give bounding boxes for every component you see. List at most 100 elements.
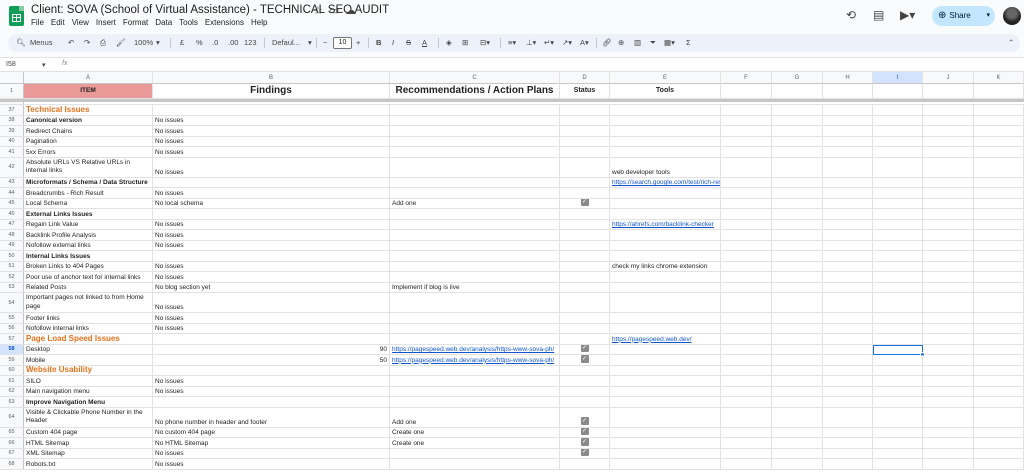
status-cell[interactable]: ✓ xyxy=(560,448,610,458)
menus-search[interactable]: Menus xyxy=(30,38,53,47)
findings-cell[interactable]: No issues xyxy=(153,261,390,271)
cell-h[interactable] xyxy=(823,407,873,427)
decrease-decimal-button[interactable]: .0 xyxy=(212,38,218,47)
tools-cell[interactable] xyxy=(610,438,721,448)
recommendation-cell[interactable]: Create one xyxy=(390,427,560,437)
findings-cell[interactable]: 90 xyxy=(153,344,390,354)
cell-i[interactable] xyxy=(873,198,923,208)
findings-cell[interactable]: No issues xyxy=(153,272,390,282)
item-cell[interactable]: Backlink Profile Analysis xyxy=(24,230,153,240)
cell-h[interactable] xyxy=(823,355,873,365)
insert-link-icon[interactable]: 🔗︎ xyxy=(602,38,612,47)
currency-format-button[interactable]: £ xyxy=(180,38,184,47)
tools-cell[interactable] xyxy=(610,293,721,312)
row-number[interactable]: 47 xyxy=(0,219,24,229)
cell-k[interactable] xyxy=(974,272,1024,282)
findings-cell[interactable]: No issues xyxy=(153,386,390,396)
recommendation-cell[interactable] xyxy=(390,126,560,136)
chevron-down-icon[interactable]: ▾ xyxy=(986,6,990,26)
column-header-i[interactable]: I xyxy=(873,72,923,84)
tools-cell[interactable]: https://search.google.com/test/rich-resu… xyxy=(610,177,721,187)
cell-j[interactable] xyxy=(923,272,974,282)
item-cell[interactable]: Regain Link Value xyxy=(24,219,153,229)
cell-h[interactable] xyxy=(823,313,873,323)
undo-icon[interactable]: ↶ xyxy=(68,38,74,47)
horizontal-align-icon[interactable]: ≡▾ xyxy=(508,38,516,47)
row-number[interactable]: 60 xyxy=(0,365,24,375)
item-cell[interactable]: Footer links xyxy=(24,313,153,323)
findings-cell[interactable]: No issues xyxy=(153,313,390,323)
cell-k[interactable] xyxy=(974,344,1024,354)
cell-h[interactable] xyxy=(823,188,873,198)
recommendation-cell[interactable] xyxy=(390,376,560,386)
cell-j[interactable] xyxy=(923,365,974,375)
insert-comment-icon[interactable]: ⊕ xyxy=(618,38,624,47)
cell-i[interactable] xyxy=(873,438,923,448)
tools-cell[interactable] xyxy=(610,188,721,198)
cell-f[interactable] xyxy=(721,376,772,386)
cell-g[interactable] xyxy=(772,438,823,448)
cell-h[interactable] xyxy=(823,397,873,407)
sheets-logo-icon[interactable] xyxy=(9,6,24,26)
menu-help[interactable]: Help xyxy=(251,18,267,27)
findings-cell[interactable]: No phone number in header and footer xyxy=(153,407,390,427)
row-number[interactable]: 45 xyxy=(0,198,24,208)
tools-cell[interactable] xyxy=(610,344,721,354)
item-cell[interactable]: Mobile xyxy=(24,355,153,365)
status-cell[interactable] xyxy=(560,365,610,375)
cell-h[interactable] xyxy=(823,334,873,344)
decrease-font-size-button[interactable]: − xyxy=(323,38,327,47)
findings-cell[interactable] xyxy=(153,397,390,407)
borders-icon[interactable]: ⊞ xyxy=(462,38,468,47)
recommendation-cell[interactable] xyxy=(390,115,560,125)
row-number[interactable]: 44 xyxy=(0,188,24,198)
findings-cell[interactable]: No issues xyxy=(153,147,390,157)
cell-g[interactable] xyxy=(772,365,823,375)
text-rotation-icon[interactable]: ↗▾ xyxy=(562,38,572,47)
findings-cell[interactable]: No issues xyxy=(153,293,390,312)
cell-f[interactable] xyxy=(721,427,772,437)
findings-cell[interactable]: No issues xyxy=(153,126,390,136)
findings-cell[interactable]: No issues xyxy=(153,448,390,458)
status-cell[interactable] xyxy=(560,282,610,292)
cell-k[interactable] xyxy=(974,323,1024,333)
cell-h[interactable] xyxy=(823,219,873,229)
cell-h[interactable] xyxy=(823,105,873,115)
cell-j[interactable] xyxy=(923,147,974,157)
row-number[interactable]: 57 xyxy=(0,334,24,344)
cell-g[interactable] xyxy=(772,344,823,354)
tools-cell[interactable]: https://ahrefs.com/backlink-checker xyxy=(610,219,721,229)
cell-f[interactable] xyxy=(721,448,772,458)
cell-f[interactable] xyxy=(721,177,772,187)
cell-f[interactable] xyxy=(721,386,772,396)
row-number[interactable]: 58 xyxy=(0,344,24,354)
row-number[interactable]: 55 xyxy=(0,313,24,323)
recommendation-cell[interactable] xyxy=(390,177,560,187)
cell-k[interactable] xyxy=(974,376,1024,386)
cell-k[interactable] xyxy=(974,407,1024,427)
cell-j[interactable] xyxy=(923,240,974,250)
column-header-d[interactable]: D xyxy=(560,72,610,84)
share-button[interactable]: ⊕ Share ▾ xyxy=(932,6,995,26)
item-cell[interactable]: Important pages not linked to from Home … xyxy=(24,293,153,312)
cell-h[interactable] xyxy=(823,459,873,469)
cell-g[interactable] xyxy=(772,355,823,365)
cell-k[interactable] xyxy=(974,84,1024,98)
menu-format[interactable]: Format xyxy=(123,18,148,27)
strikethrough-icon[interactable]: S xyxy=(406,38,411,47)
avatar[interactable] xyxy=(1003,7,1021,25)
status-cell[interactable] xyxy=(560,386,610,396)
tools-cell[interactable] xyxy=(610,365,721,375)
tools-cell[interactable] xyxy=(610,115,721,125)
status-cell[interactable] xyxy=(560,105,610,115)
findings-cell[interactable]: No issues xyxy=(153,188,390,198)
cell-f[interactable] xyxy=(721,84,772,98)
cell-g[interactable] xyxy=(772,323,823,333)
recommendation-cell[interactable] xyxy=(390,209,560,219)
row-number[interactable]: 61 xyxy=(0,376,24,386)
status-cell[interactable] xyxy=(560,261,610,271)
findings-cell[interactable]: No issues xyxy=(153,115,390,125)
findings-cell[interactable]: No local schema xyxy=(153,198,390,208)
cell-k[interactable] xyxy=(974,219,1024,229)
star-icon[interactable]: ☆ xyxy=(313,5,323,17)
